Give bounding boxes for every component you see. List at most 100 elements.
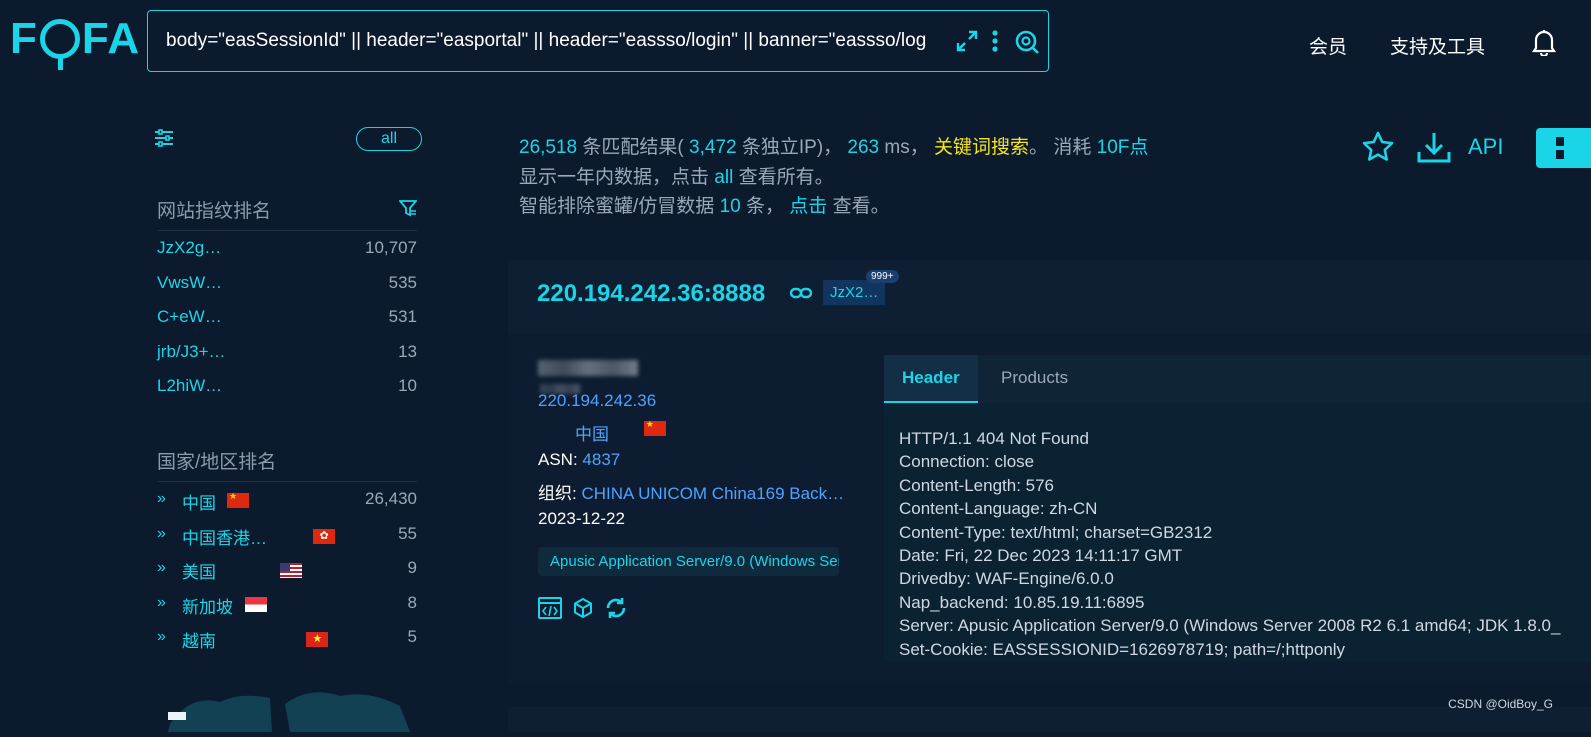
tab-header[interactable]: Header (884, 355, 978, 403)
flag-us-icon (279, 563, 302, 578)
nav-member-link[interactable]: 会员 (1309, 32, 1347, 59)
link-icon[interactable] (789, 286, 813, 305)
refresh-icon[interactable] (604, 596, 628, 625)
flag-cn-icon (227, 491, 249, 508)
view-toggle-button[interactable] (1536, 128, 1591, 168)
asn-link[interactable]: 4837 (582, 450, 620, 469)
bell-icon[interactable] (1531, 28, 1557, 61)
period: 。 (1029, 137, 1049, 158)
country-item-count: 26,430 (365, 489, 417, 508)
expand-icon[interactable] (954, 29, 980, 55)
paren-open: ( (677, 137, 684, 158)
nav-tools-link[interactable]: 支持及工具 (1390, 32, 1485, 59)
header-line: Content-Length: 576 (899, 475, 1055, 495)
summary-text: 查看。 (832, 196, 890, 217)
asn-label: ASN: (538, 450, 578, 469)
unique-ip-label: 条独立IP (741, 137, 817, 158)
detail-tabs: Header Products (884, 355, 1591, 403)
all-toggle-button[interactable]: all (356, 127, 422, 151)
org-link[interactable]: CHINA UNICOM China169 Back… (581, 484, 844, 503)
fingerprint-item-name[interactable]: jrb/J3+… (157, 342, 226, 362)
country-item-name[interactable]: 中国 (182, 489, 216, 514)
fingerprint-tag[interactable]: JzX2… (823, 280, 886, 305)
search-box[interactable]: body="easSessionId" || header="easportal… (147, 10, 1049, 72)
fingerprint-item-name[interactable]: C+eW… (157, 307, 222, 327)
result-date: 2023-12-22 (538, 509, 625, 528)
fingerprint-item-name[interactable]: JzX2g… (157, 238, 221, 258)
org-row: 组织: CHINA UNICOM China169 Back… (538, 479, 844, 504)
query-time: 263 (847, 137, 880, 158)
country-item-name[interactable]: 越南 (182, 627, 216, 652)
country-ranking-title: 国家/地区排名 (157, 452, 277, 473)
result-host-link[interactable]: 220.194.242.36:8888 (537, 280, 765, 308)
country-item-name[interactable]: 新加坡 (182, 593, 233, 618)
chevron-double-right-icon: » (157, 559, 166, 576)
summary-text: 显示一年内数据，点击 (519, 167, 710, 188)
header-line: Date: Fri, 22 Dec 2023 14:11:17 GMT (899, 546, 1183, 566)
watermark: CSDN @OidBoy_G (1448, 697, 1553, 711)
chevron-double-right-icon: » (157, 628, 166, 645)
result-ip-link[interactable]: 220.194.242.36 (538, 391, 656, 411)
flag-cn-icon (643, 419, 666, 436)
chevron-double-right-icon: » (157, 525, 166, 542)
result-card-header: 220.194.242.36:8888 JzX2… 999+ (508, 260, 1591, 334)
fingerprint-item-count: 10 (398, 376, 417, 395)
tab-products[interactable]: Products (983, 355, 1086, 401)
header-line: Server: Apusic Application Server/9.0 (W… (899, 616, 1561, 636)
fingerprint-ranking-title: 网站指纹排名 (157, 201, 272, 222)
funnel-filter-icon[interactable] (398, 199, 418, 222)
result-country-link[interactable]: 中国 (575, 420, 609, 445)
code-icon[interactable] (538, 597, 562, 624)
keyword-search-link[interactable]: 关键词搜索 (934, 137, 1029, 158)
more-icon[interactable] (982, 29, 1008, 55)
http-header-lines: HTTP/1.1 404 Not Found Connection: close… (899, 427, 1560, 661)
show-all-link[interactable]: all (714, 167, 733, 188)
filter-settings-icon[interactable] (154, 128, 174, 153)
world-map-thumbnail[interactable] (160, 684, 420, 737)
cost-label: 消耗 (1053, 137, 1092, 158)
search-input[interactable]: body="easSessionId" || header="easportal… (166, 30, 926, 52)
api-button[interactable]: API (1468, 134, 1503, 160)
flag-sg-icon (245, 597, 267, 612)
fingerprint-item-name[interactable]: VwsW… (157, 273, 222, 293)
cost-value: 10F点 (1096, 137, 1149, 158)
cube-icon[interactable] (572, 597, 594, 624)
logo-text-right: FA (81, 14, 141, 63)
fingerprint-item-count: 535 (388, 273, 417, 292)
query-time-unit: ms， (884, 137, 929, 158)
result-count-label: 条匹配结果 (582, 137, 678, 158)
fingerprint-item-count: 10,707 (365, 238, 417, 257)
honeypot-count: 10 (719, 196, 741, 217)
header-line: Content-Type: text/html; charset=GB2312 (899, 522, 1213, 542)
flag-vn-icon (306, 632, 329, 647)
result-count: 26,518 (519, 137, 578, 158)
fingerprint-item-name[interactable]: L2hiW… (157, 376, 222, 396)
country-item-count: 5 (407, 627, 417, 646)
header-line: Nap_backend: 10.85.19.11:6895 (899, 592, 1145, 612)
country-item-count: 55 (398, 524, 417, 543)
search-icon[interactable] (1014, 29, 1040, 55)
header-line: Content-Language: zh-CN (899, 499, 1098, 519)
country-item-name[interactable]: 美国 (182, 558, 216, 583)
logo-text-left: F (10, 14, 38, 63)
tag-count-badge: 999+ (866, 270, 899, 283)
summary-text: 智能排除蜜罐/仿冒数据 (519, 196, 715, 217)
fofa-logo[interactable]: F FA (10, 14, 141, 70)
summary-text: 条， (745, 196, 784, 217)
http-header-panel[interactable]: HTTP/1.1 404 Not Found Connection: close… (884, 403, 1591, 661)
header-line: Connection: close (899, 452, 1035, 472)
honeypot-view-link[interactable]: 点击 (789, 196, 827, 217)
summary-line-2: 显示一年内数据，点击 all 查看所有。 (519, 162, 834, 189)
fingerprint-item-count: 13 (398, 342, 417, 361)
product-pill[interactable]: Apusic Application Server/9.0 (Windows S… (538, 547, 839, 576)
divider (157, 230, 417, 231)
blurred-site-title (538, 360, 638, 376)
country-item-name[interactable]: 中国香港… (182, 524, 267, 549)
logo-magnifier-icon (39, 19, 80, 70)
star-icon[interactable] (1361, 130, 1395, 169)
summary-line-3: 智能排除蜜罐/仿冒数据 10 条， 点击 查看。 (519, 191, 890, 218)
country-item-count: 9 (407, 558, 417, 577)
header-line: Set-Cookie: EASSESSIONID=1626978719; pat… (899, 639, 1346, 659)
next-result-card (508, 707, 1591, 732)
download-icon[interactable] (1416, 130, 1452, 169)
